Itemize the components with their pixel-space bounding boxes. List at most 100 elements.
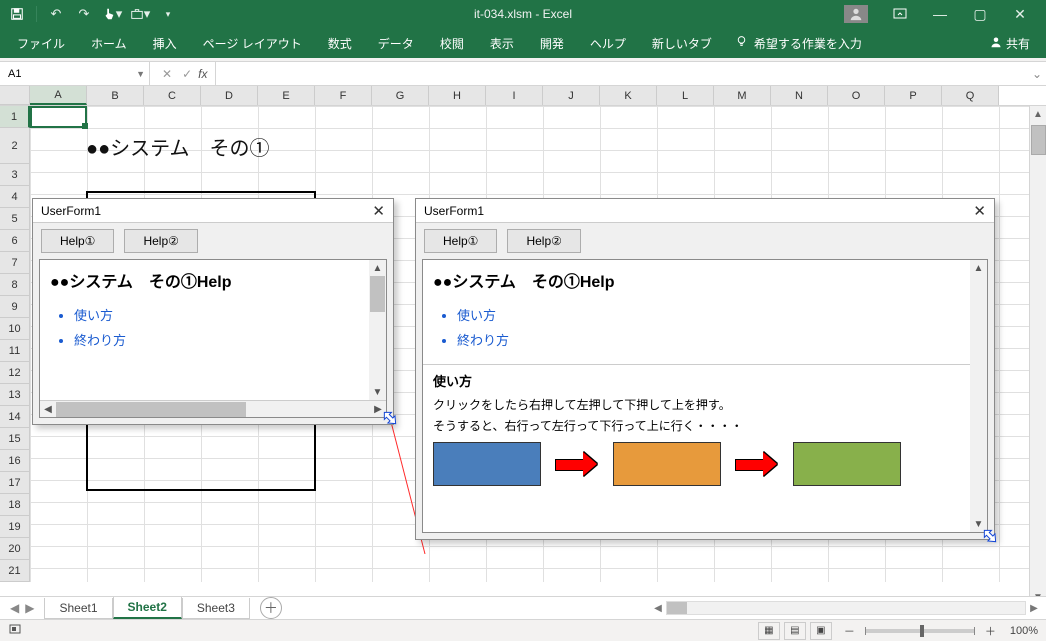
row-header[interactable]: 4 (0, 186, 30, 208)
zoom-out-button[interactable]: － (844, 623, 855, 639)
column-header[interactable]: J (543, 86, 600, 105)
account-avatar[interactable] (844, 5, 868, 23)
help-link-usage[interactable]: 使い方 (74, 302, 386, 327)
row-header[interactable]: 8 (0, 274, 30, 296)
userform-small[interactable]: UserForm1 ✕ Help① Help② ●●システム その①Help 使… (32, 198, 394, 425)
touch-mode-icon[interactable]: ▾ (101, 3, 123, 25)
row-header[interactable]: 15 (0, 428, 30, 450)
select-all-triangle[interactable] (0, 86, 30, 105)
row-header[interactable]: 3 (0, 164, 30, 186)
scroll-up-icon[interactable]: ▲ (970, 260, 987, 276)
ribbon-display-options-icon[interactable] (880, 0, 920, 28)
row-header[interactable]: 17 (0, 472, 30, 494)
tab-newtab[interactable]: 新しいタブ (641, 29, 723, 58)
userform-titlebar[interactable]: UserForm1 ✕ (33, 199, 393, 223)
scroll-up-icon[interactable]: ▲ (1033, 106, 1043, 123)
row-header[interactable]: 7 (0, 252, 30, 274)
tab-formulas[interactable]: 数式 (317, 29, 363, 58)
column-header[interactable]: C (144, 86, 201, 105)
content-vertical-scrollbar[interactable]: ▲ ▼ (369, 260, 386, 400)
help-link-finish[interactable]: 終わり方 (74, 327, 386, 352)
scroll-left-icon[interactable]: ◀ (650, 603, 666, 614)
row-header[interactable]: 16 (0, 450, 30, 472)
sheet-tab[interactable]: Sheet1 (44, 598, 112, 619)
column-header[interactable]: H (429, 86, 486, 105)
view-page-layout-icon[interactable]: ▤ (784, 622, 806, 640)
column-header[interactable]: D (201, 86, 258, 105)
share-button[interactable]: 共有 (980, 31, 1040, 56)
briefcase-icon[interactable]: ▾ (129, 3, 151, 25)
tab-review[interactable]: 校閲 (429, 29, 475, 58)
tab-view[interactable]: 表示 (479, 29, 525, 58)
help2-button[interactable]: Help② (507, 229, 580, 253)
zoom-level[interactable]: 100% (1010, 625, 1038, 637)
scroll-right-icon[interactable]: ▶ (1026, 603, 1042, 614)
name-box[interactable]: A1 ▼ (0, 62, 150, 85)
help1-button[interactable]: Help① (424, 229, 497, 253)
column-header[interactable]: Q (942, 86, 999, 105)
close-icon[interactable]: ✕ (973, 202, 986, 220)
userform-titlebar[interactable]: UserForm1 ✕ (416, 199, 994, 223)
row-header[interactable]: 19 (0, 516, 30, 538)
content-vertical-scrollbar[interactable]: ▲ ▼ (970, 260, 987, 532)
sheet-tab[interactable]: Sheet2 (113, 597, 182, 619)
chevron-down-icon[interactable]: ▼ (136, 69, 145, 79)
column-header[interactable]: A (30, 86, 87, 105)
column-header[interactable]: M (714, 86, 771, 105)
view-normal-icon[interactable]: ▦ (758, 622, 780, 640)
tab-layout[interactable]: ページ レイアウト (192, 29, 313, 58)
row-header[interactable]: 2 (0, 128, 30, 164)
row-header[interactable]: 5 (0, 208, 30, 230)
content-horizontal-scrollbar[interactable]: ◀ ▶ (40, 400, 386, 417)
fx-icon[interactable]: fx (198, 67, 207, 81)
row-header[interactable]: 11 (0, 340, 30, 362)
maximize-icon[interactable]: ▢ (960, 0, 1000, 28)
sheet-tab[interactable]: Sheet3 (182, 598, 250, 619)
help1-button[interactable]: Help① (41, 229, 114, 253)
row-header[interactable]: 18 (0, 494, 30, 516)
row-header[interactable]: 20 (0, 538, 30, 560)
active-cell[interactable] (30, 106, 87, 128)
close-icon[interactable]: ✕ (372, 202, 385, 220)
tab-data[interactable]: データ (367, 29, 425, 58)
tab-developer[interactable]: 開発 (529, 29, 575, 58)
scroll-down-icon[interactable]: ▼ (369, 384, 386, 400)
redo-icon[interactable]: ↷ (73, 3, 95, 25)
zoom-in-button[interactable]: ＋ (985, 623, 996, 639)
close-icon[interactable]: ✕ (1000, 0, 1040, 28)
column-header[interactable]: K (600, 86, 657, 105)
tab-nav-prev-icon[interactable]: ◀ (10, 601, 19, 615)
help-link-finish[interactable]: 終わり方 (457, 327, 987, 352)
undo-icon[interactable]: ↶ (45, 3, 67, 25)
tab-home[interactable]: ホーム (80, 29, 138, 58)
expand-formula-bar-icon[interactable]: ⌄ (1028, 62, 1046, 85)
tab-nav-next-icon[interactable]: ▶ (25, 601, 34, 615)
help-link-usage[interactable]: 使い方 (457, 302, 987, 327)
column-header[interactable]: E (258, 86, 315, 105)
row-header[interactable]: 13 (0, 384, 30, 406)
help2-button[interactable]: Help② (124, 229, 197, 253)
tab-insert[interactable]: 挿入 (142, 29, 188, 58)
qat-customize-icon[interactable]: ▾ (157, 3, 179, 25)
row-header[interactable]: 21 (0, 560, 30, 582)
row-header[interactable]: 1 (0, 106, 30, 128)
tell-me-search[interactable]: 希望する作業を入力 (735, 35, 862, 52)
vertical-scrollbar[interactable]: ▲ ▼ (1029, 106, 1046, 606)
zoom-slider[interactable] (865, 629, 975, 633)
column-header[interactable]: L (657, 86, 714, 105)
minimize-icon[interactable]: — (920, 0, 960, 28)
save-icon[interactable] (6, 3, 28, 25)
row-header[interactable]: 6 (0, 230, 30, 252)
row-header[interactable]: 10 (0, 318, 30, 340)
horizontal-scrollbar[interactable]: ◀ ▶ (650, 601, 1046, 615)
tab-help[interactable]: ヘルプ (579, 29, 637, 58)
column-header[interactable]: B (87, 86, 144, 105)
tab-file[interactable]: ファイル (6, 29, 76, 58)
column-header[interactable]: G (372, 86, 429, 105)
userform-large[interactable]: UserForm1 ✕ Help① Help② ●●システム その①Help 使… (415, 198, 995, 540)
view-page-break-icon[interactable]: ▣ (810, 622, 832, 640)
row-header[interactable]: 9 (0, 296, 30, 318)
new-sheet-button[interactable]: ＋ (260, 597, 282, 619)
record-macro-icon[interactable] (8, 622, 22, 639)
scroll-up-icon[interactable]: ▲ (369, 260, 386, 276)
